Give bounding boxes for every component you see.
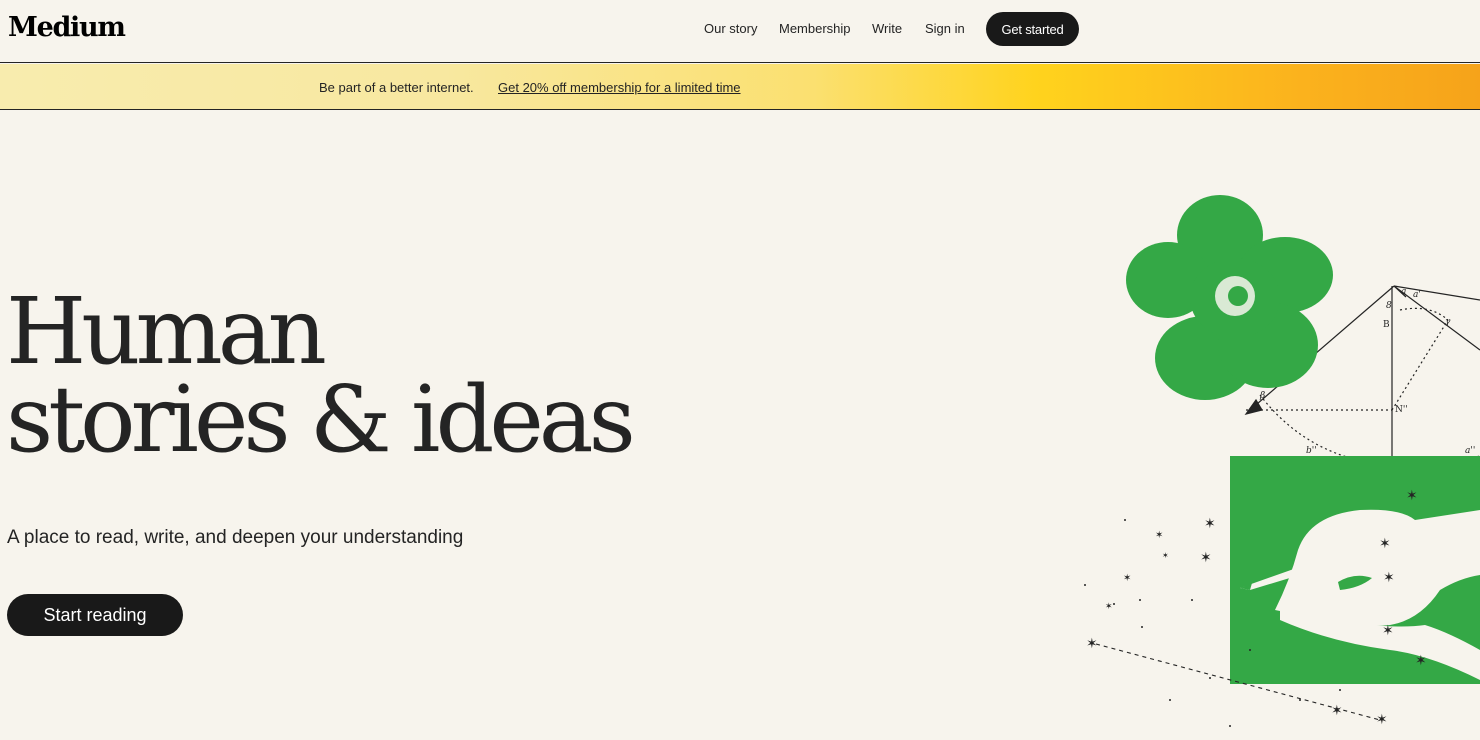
promo-text: Be part of a better internet. [319, 80, 474, 95]
nav-write[interactable]: Write [872, 21, 902, 36]
flower-graphic [1126, 195, 1333, 400]
hero-illustration: a' B 8 N'' E b'' a'' a γ β ✶ ✶ ✶ ✶ ✶ ✶ [1084, 195, 1480, 728]
promo-banner: Be part of a better internet. Get 20% of… [0, 64, 1480, 110]
label-gamma: γ [1445, 317, 1451, 327]
label-a-prime: a' [1413, 290, 1421, 300]
get-started-button[interactable]: Get started [986, 12, 1079, 46]
nav-sign-in[interactable]: Sign in [925, 21, 965, 36]
label-b-digit: 8 [1386, 301, 1392, 311]
hero-title: Human stories & ideas [6, 286, 636, 466]
nav-our-story[interactable]: Our story [704, 21, 757, 36]
label-a-double-prime: a'' [1465, 446, 1475, 456]
svg-text:✶: ✶ [1379, 536, 1391, 552]
label-n: N'' [1395, 405, 1408, 415]
svg-text:✶: ✶ [1383, 570, 1395, 586]
svg-text:✶: ✶ [1376, 712, 1388, 728]
svg-text:✶: ✶ [1331, 703, 1343, 719]
hero-title-line2: stories & ideas [6, 366, 636, 473]
hand-writing-graphic [1230, 456, 1480, 684]
nav-membership[interactable]: Membership [779, 21, 851, 36]
svg-text:✶: ✶ [1204, 516, 1216, 532]
svg-text:✶: ✶ [1105, 602, 1113, 612]
svg-text:✶: ✶ [1123, 573, 1131, 584]
start-reading-button[interactable]: Start reading [7, 594, 183, 636]
hero-subtitle: A place to read, write, and deepen your … [7, 527, 464, 548]
label-beta: β [1259, 391, 1265, 401]
top-navbar: Medium Our story Membership Write Sign i… [0, 0, 1480, 63]
svg-text:✶: ✶ [1086, 636, 1098, 652]
promo-link[interactable]: Get 20% off membership for a limited tim… [498, 80, 741, 95]
medium-logo[interactable]: Medium [8, 12, 126, 43]
svg-text:✶: ✶ [1200, 550, 1212, 566]
svg-text:✶: ✶ [1162, 551, 1169, 560]
svg-text:✶: ✶ [1415, 653, 1427, 669]
svg-text:✶: ✶ [1406, 488, 1418, 504]
label-b: B [1383, 320, 1390, 330]
svg-text:✶: ✶ [1382, 623, 1394, 639]
label-b-double-prime: b'' [1306, 446, 1317, 456]
label-alpha: a [1401, 287, 1406, 297]
svg-text:✶: ✶ [1155, 530, 1163, 541]
